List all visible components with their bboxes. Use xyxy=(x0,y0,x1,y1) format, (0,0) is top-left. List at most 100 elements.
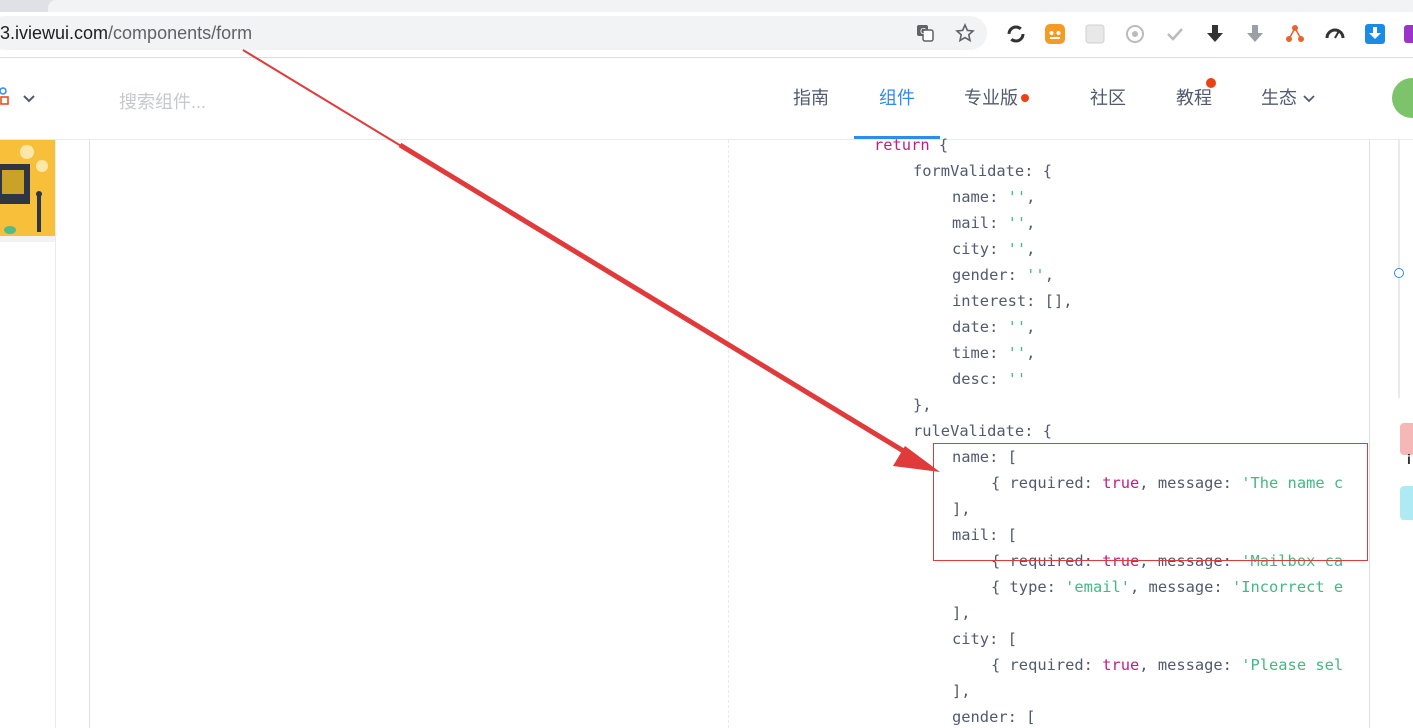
code-token: gender xyxy=(952,266,1008,284)
code-token: 'Please sel xyxy=(1241,656,1344,674)
code-line: city: '', xyxy=(952,236,1035,262)
code-token: { required: xyxy=(991,656,1103,674)
code-line: date: '', xyxy=(952,314,1035,340)
nav-components[interactable]: 组件 xyxy=(879,86,915,110)
code-token: , xyxy=(1026,318,1036,336)
target-icon[interactable] xyxy=(1123,22,1147,46)
code-token: , message: xyxy=(1139,656,1242,674)
ecosystem-chevron-icon[interactable] xyxy=(1302,91,1316,110)
star-icon[interactable] xyxy=(954,22,976,44)
code-line: time: '', xyxy=(952,340,1035,366)
chevron-down-icon[interactable] xyxy=(21,90,37,106)
url-path: /components/form xyxy=(108,23,253,43)
code-token: return xyxy=(874,136,930,154)
nav-tutorial-badge xyxy=(1206,78,1216,88)
code-token: : [ xyxy=(989,630,1017,648)
code-token: : [ xyxy=(1007,708,1036,726)
code-token: ], xyxy=(952,604,971,622)
code-token: 'Incorrect e xyxy=(1231,578,1344,596)
code-token: , xyxy=(1026,240,1036,258)
code-token: gender xyxy=(952,708,1008,726)
code-line: return { xyxy=(874,132,948,158)
side-tab-cyan[interactable] xyxy=(1400,486,1413,520)
search-input[interactable]: 搜索组件... xyxy=(119,88,206,114)
code-token: , message: xyxy=(1130,578,1232,596)
code-token: desc xyxy=(952,370,990,388)
code-token: '' xyxy=(1007,344,1027,362)
anchor-indicator[interactable] xyxy=(1394,268,1404,278)
code-token: }, xyxy=(913,396,932,414)
logo-icon[interactable] xyxy=(0,87,14,109)
code-token: '' xyxy=(1026,266,1045,284)
download-gray-icon[interactable] xyxy=(1243,22,1267,46)
code-token: '' xyxy=(1007,318,1027,336)
code-line: interest: [], xyxy=(952,288,1072,314)
code-token: : xyxy=(989,370,1008,388)
code-token: '' xyxy=(1007,240,1027,258)
active-tab[interactable] xyxy=(48,0,1413,12)
url-text[interactable]: 3.iviewui.com/components/form xyxy=(0,22,252,44)
code-line: { required: true, message: 'Please sel xyxy=(991,652,1343,678)
code-line: ruleValidate: { xyxy=(913,418,1052,444)
code-token: formValidate xyxy=(913,162,1025,180)
code-token: : { xyxy=(1024,162,1053,180)
nav-tutorial[interactable]: 教程 xyxy=(1176,86,1212,110)
translate-icon[interactable]: G xyxy=(914,22,936,44)
code-token: city xyxy=(952,240,990,258)
code-line: ], xyxy=(952,678,971,704)
nav-community[interactable]: 社区 xyxy=(1090,86,1126,110)
code-block: return {formValidate: {name: '', mail: ''… xyxy=(874,132,1356,728)
code-token: : xyxy=(989,188,1008,206)
code-token: : [], xyxy=(1026,292,1073,310)
url-host: 3.iviewui.com xyxy=(0,23,109,43)
network-icon[interactable] xyxy=(1283,22,1307,46)
code-token: : xyxy=(989,214,1008,232)
code-token: , xyxy=(1026,188,1036,206)
code-token: : xyxy=(989,318,1008,336)
code-token: '' xyxy=(1007,188,1027,206)
code-token: : xyxy=(1007,266,1027,284)
code-token: date xyxy=(952,318,990,336)
code-token: city xyxy=(952,630,990,648)
panel-divider xyxy=(728,140,729,728)
check-icon[interactable] xyxy=(1163,22,1187,46)
code-line: { type: 'email', message: 'Incorrect e xyxy=(991,574,1343,600)
code-token: , xyxy=(1026,344,1036,362)
code-token: , xyxy=(1044,266,1054,284)
code-line: gender: [ xyxy=(952,704,1035,728)
code-token: interest xyxy=(952,292,1027,310)
code-token: name xyxy=(952,188,990,206)
highlight-box xyxy=(933,443,1368,561)
code-line: }, xyxy=(913,392,932,418)
info-icon[interactable]: i xyxy=(1407,451,1411,467)
code-token: mail xyxy=(952,214,990,232)
code-line: gender: '', xyxy=(952,262,1054,288)
nav-ecosystem[interactable]: 生态 xyxy=(1261,86,1297,110)
grid-icon[interactable] xyxy=(1083,22,1107,46)
code-token: { xyxy=(929,136,949,154)
download-blue-icon[interactable] xyxy=(1363,22,1387,46)
download-icon[interactable] xyxy=(1203,22,1227,46)
bookmark-icon[interactable] xyxy=(1401,22,1413,46)
face-icon[interactable] xyxy=(1043,22,1067,46)
code-token: ruleValidate xyxy=(913,422,1025,440)
code-token: : xyxy=(989,344,1008,362)
nav-pro[interactable]: 专业版 xyxy=(964,86,1018,110)
code-token: ], xyxy=(952,682,971,700)
code-token: : xyxy=(989,240,1008,258)
code-line: name: '', xyxy=(952,184,1035,210)
code-line: desc: '' xyxy=(952,366,1026,392)
code-line: ], xyxy=(952,600,971,626)
gauge-icon[interactable] xyxy=(1323,22,1347,46)
nav-guide[interactable]: 指南 xyxy=(793,86,829,110)
code-line: city: [ xyxy=(952,626,1017,652)
code-token: , xyxy=(1026,214,1036,232)
code-line: mail: '', xyxy=(952,210,1035,236)
code-token: { type: xyxy=(991,578,1066,596)
ad-banner-image[interactable] xyxy=(0,140,55,242)
circle-arrows-icon[interactable] xyxy=(1004,22,1028,46)
code-token: : { xyxy=(1024,422,1053,440)
tab-strip xyxy=(0,0,1413,12)
code-token: '' xyxy=(1007,370,1027,388)
nav-pro-badge xyxy=(1021,94,1029,102)
